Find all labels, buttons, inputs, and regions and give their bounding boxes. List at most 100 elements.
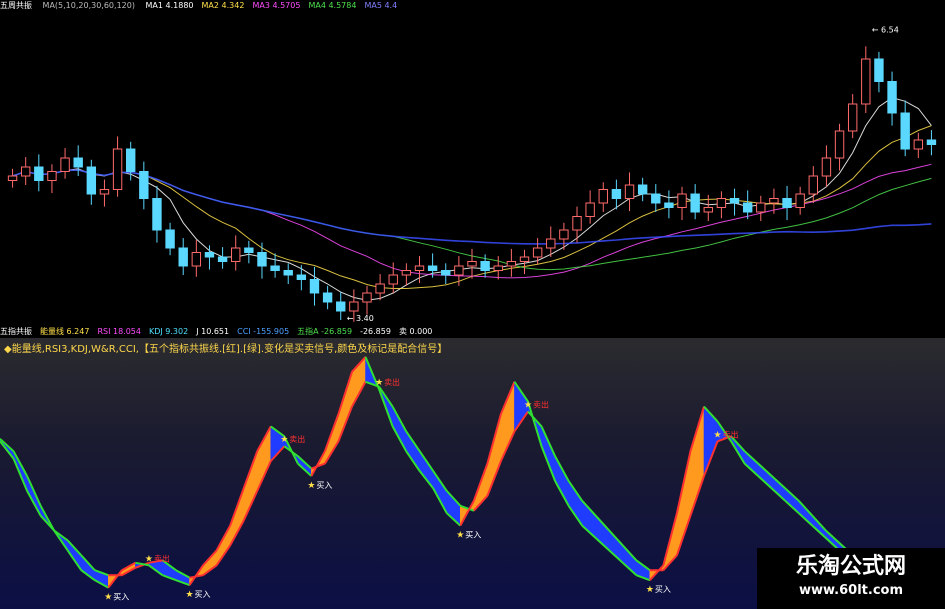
candle-body <box>821 157 832 177</box>
candle-body <box>322 292 333 303</box>
sell-signal: ★ 卖出 <box>145 553 170 564</box>
candle-body <box>913 139 924 150</box>
candle-body <box>86 166 97 195</box>
sell-signal: ★ 卖出 <box>280 434 305 445</box>
candle-body <box>769 198 779 204</box>
candle-body <box>244 247 254 253</box>
candle-body <box>782 198 792 208</box>
candle-body <box>165 229 175 249</box>
candle-body <box>283 270 293 276</box>
indicator-value: J 10.651 <box>196 327 230 336</box>
candle-body <box>112 148 123 190</box>
candle-body <box>139 171 149 199</box>
resonance-band-segment <box>554 456 569 506</box>
candle-body <box>756 202 766 213</box>
candle-body <box>99 189 110 195</box>
sell-signal: ★ 卖出 <box>714 429 739 440</box>
resonance-band-segment <box>744 450 759 477</box>
resonance-band-segment <box>703 405 718 477</box>
formula-description: ◆能量线,RSI3,KDJ,W&R,CCI,【五个指标共振线.[红].[绿].变… <box>4 344 448 355</box>
candle-body <box>362 292 372 303</box>
candle-body <box>677 193 687 208</box>
candle-body <box>336 301 346 312</box>
candle-body <box>519 256 530 262</box>
sell-signal: ★ 卖出 <box>524 400 549 411</box>
candle-body <box>375 283 385 294</box>
candlestick-chart: ← 6.54 ← 3.40 <box>7 25 937 323</box>
buy-label: 买入 <box>465 531 481 540</box>
low-price-label: ← 3.40 <box>347 314 374 323</box>
star-icon: ★ <box>714 430 722 440</box>
sell-label: 卖出 <box>384 377 400 387</box>
candle-body <box>7 175 18 181</box>
candle-body <box>559 229 569 240</box>
star-icon: ★ <box>456 531 464 541</box>
candle-body <box>808 175 818 195</box>
watermark: 乐淘公式网 www.60lt.com <box>757 548 945 609</box>
candle-body <box>217 256 228 262</box>
star-icon: ★ <box>145 554 153 564</box>
candle-body <box>270 265 280 271</box>
candle-body <box>480 261 490 271</box>
resonance-band-segment <box>771 475 786 502</box>
indicator-value: RSI 18.054 <box>97 327 141 336</box>
watermark-url: www.60lt.com <box>798 583 904 598</box>
candle-body <box>742 202 753 213</box>
resonance-band-segment <box>243 451 258 521</box>
candle-body <box>414 265 425 271</box>
candle-body <box>651 193 661 204</box>
candle-body <box>454 265 464 276</box>
candle-body <box>152 198 162 231</box>
resonance-band-segment <box>608 529 624 564</box>
price-chart-pane[interactable]: 五周共振 MA(5,10,20,30,60,120) MA1 4.1880 MA2… <box>0 0 945 326</box>
sell-signal: ★ 卖出 <box>375 377 400 388</box>
candle-body <box>585 202 595 217</box>
candle-body <box>427 265 438 271</box>
candle-body <box>388 274 398 285</box>
candle-body <box>572 216 582 231</box>
resonance-band-segment <box>757 462 772 490</box>
candle-body <box>795 193 805 208</box>
candle-body <box>834 130 845 159</box>
buy-label: 买入 <box>655 585 671 594</box>
star-icon: ★ <box>524 401 532 411</box>
candle-body <box>506 261 517 267</box>
candle-body <box>637 184 648 195</box>
sell-label: 卖出 <box>723 429 739 439</box>
candle-body <box>546 238 556 249</box>
candle-body <box>204 252 215 258</box>
indicator-header: 五指共振 能量线 6.247 RSI 18.054 KDJ 9.302 J 10.651… <box>0 326 945 338</box>
candle-body <box>861 58 871 105</box>
buy-signal: ★ 买入 <box>307 481 332 491</box>
high-price-label: ← 6.54 <box>872 25 899 34</box>
resonance-band-segment <box>405 430 420 473</box>
candle-body <box>611 189 622 199</box>
star-icon: ★ <box>307 481 315 491</box>
candle-body <box>20 166 31 177</box>
candle-body <box>493 265 503 271</box>
candle-body <box>874 58 884 82</box>
buy-signal: ★ 买入 <box>186 590 211 600</box>
resonance-band-segment <box>500 381 515 462</box>
ma-line <box>12 169 932 245</box>
buy-signal: ★ 买入 <box>646 585 671 595</box>
indicator-value: 能量线 6.247 <box>40 327 90 336</box>
candle-body <box>703 207 713 213</box>
indicator-value: KDJ 9.302 <box>148 327 189 336</box>
candle-body <box>847 103 858 132</box>
indicator-value: 卖 0.000 <box>398 327 433 336</box>
buy-label: 买入 <box>113 593 129 602</box>
star-icon: ★ <box>186 590 194 600</box>
candle-body <box>401 270 412 276</box>
candle-body <box>716 198 727 208</box>
star-icon: ★ <box>646 585 654 595</box>
candle-body <box>257 252 267 267</box>
candle-body <box>598 189 608 204</box>
star-icon: ★ <box>104 593 112 603</box>
candle-body <box>231 247 241 262</box>
candle-body <box>532 247 543 258</box>
buy-signal: ★ 买入 <box>456 531 481 541</box>
candle-body <box>664 202 674 208</box>
candle-body <box>309 279 320 294</box>
candle-body <box>900 112 910 150</box>
